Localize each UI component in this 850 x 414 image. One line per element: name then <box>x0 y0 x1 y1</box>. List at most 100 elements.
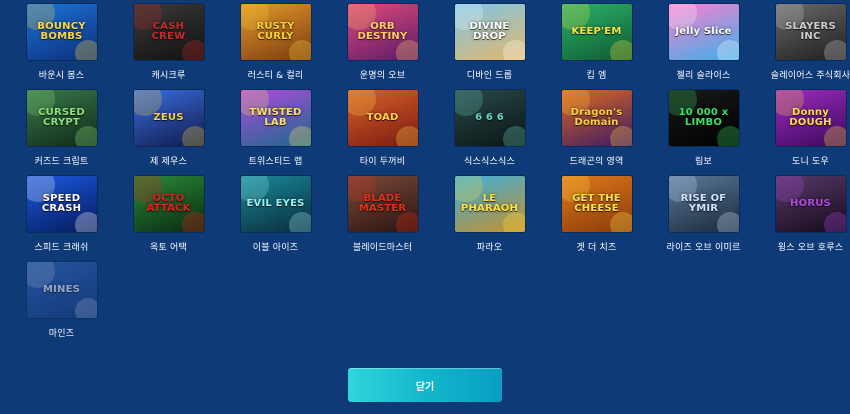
game-label[interactable]: 젤리 슬라이스 <box>677 68 731 81</box>
game-label[interactable]: 스피드 크래쉬 <box>35 240 89 253</box>
game-logo-text: TOAD <box>366 112 399 123</box>
game-label[interactable]: 라이즈 오브 이미르 <box>667 240 741 253</box>
cursed-crypt-thumbnail[interactable]: CURSED CRYPT <box>26 90 97 146</box>
game-tile[interactable]: Donny DOUGH 도니 도우 <box>757 90 850 176</box>
game-label[interactable]: 윙스 오브 호루스 <box>778 240 843 253</box>
six-six-six-thumbnail[interactable]: 6 6 6 <box>454 90 525 146</box>
game-label[interactable]: 옥토 어택 <box>150 240 187 253</box>
le-pharaoh-thumbnail[interactable]: LE PHARAOH <box>454 176 525 232</box>
game-logo-text: 10 000 x LIMBO <box>678 107 729 128</box>
game-tile[interactable]: ZEUS 제 제우스 <box>115 90 222 176</box>
game-tile[interactable]: ORB DESTINY 운명의 오브 <box>329 4 436 90</box>
game-label[interactable]: 겟 더 치즈 <box>576 240 616 253</box>
game-logo-text: Dragon's Domain <box>570 107 623 128</box>
game-logo-text: ORB DESTINY <box>357 21 408 42</box>
game-logo-text: RISE OF YMIR <box>680 193 727 214</box>
game-label[interactable]: 파라오 <box>477 240 502 253</box>
game-label[interactable]: 바운시 봄스 <box>39 68 84 81</box>
game-tile[interactable]: RUSTY CURLY 러스티 & 컬리 <box>222 4 329 90</box>
game-tile[interactable]: 6 6 6 식스식스식스 <box>436 90 543 176</box>
blade-master-thumbnail[interactable]: BLADE MASTER <box>347 176 418 232</box>
jelly-slice-thumbnail[interactable]: Jelly Slice <box>668 4 739 60</box>
game-tile[interactable]: Jelly Slice 젤리 슬라이스 <box>650 4 757 90</box>
close-button[interactable]: 닫기 <box>348 368 502 402</box>
game-logo-text: LE PHARAOH <box>460 193 519 214</box>
game-tile[interactable]: RISE OF YMIR 라이즈 오브 이미르 <box>650 176 757 262</box>
game-tile[interactable]: TWISTED LAB 트위스티드 랩 <box>222 90 329 176</box>
game-tile[interactable]: SPEED CRASH 스피드 크래쉬 <box>8 176 115 262</box>
game-logo-text: MINES <box>42 284 81 295</box>
game-logo-text: Donny DOUGH <box>789 107 832 128</box>
game-logo-text: OCTO ATTACK <box>146 193 191 214</box>
donny-dough-thumbnail[interactable]: Donny DOUGH <box>775 90 846 146</box>
game-tile[interactable]: EVIL EYES 이블 아이즈 <box>222 176 329 262</box>
limbo-thumbnail[interactable]: 10 000 x LIMBO <box>668 90 739 146</box>
game-tile[interactable]: HORUS 윙스 오브 호루스 <box>757 176 850 262</box>
rusty-curly-thumbnail[interactable]: RUSTY CURLY <box>240 4 311 60</box>
game-label[interactable]: 림보 <box>695 154 712 167</box>
game-logo-text: TWISTED LAB <box>249 107 302 128</box>
game-tile[interactable]: LE PHARAOH 파라오 <box>436 176 543 262</box>
game-label[interactable]: 이블 아이즈 <box>253 240 298 253</box>
game-logo-text: DIVINE DROP <box>469 21 510 42</box>
game-logo-text: 6 6 6 <box>475 112 504 123</box>
cash-crew-thumbnail[interactable]: CASH CREW <box>133 4 204 60</box>
game-tile[interactable]: GET THE CHEESE 겟 더 치즈 <box>543 176 650 262</box>
game-logo-text: BLADE MASTER <box>358 193 407 214</box>
game-label[interactable]: 식스식스식스 <box>464 154 515 167</box>
game-logo-text: Jelly Slice <box>675 26 732 37</box>
bouncy-bombs-thumbnail[interactable]: BOUNCY BOMBS <box>26 4 97 60</box>
game-logo-text: SPEED CRASH <box>41 193 82 214</box>
evil-eyes-thumbnail[interactable]: EVIL EYES <box>240 176 311 232</box>
get-the-cheese-thumbnail[interactable]: GET THE CHEESE <box>561 176 632 232</box>
game-tile[interactable]: 10 000 x LIMBO 림보 <box>650 90 757 176</box>
game-tile[interactable]: BLADE MASTER 블레이드마스터 <box>329 176 436 262</box>
mines-thumbnail[interactable]: MINES <box>26 262 97 318</box>
twisted-lab-thumbnail[interactable]: TWISTED LAB <box>240 90 311 146</box>
divine-drop-thumbnail[interactable]: DIVINE DROP <box>454 4 525 60</box>
game-label[interactable]: 마인즈 <box>49 326 74 339</box>
zeus-thumbnail[interactable]: ZEUS <box>133 90 204 146</box>
game-label[interactable]: 슬레이어스 주식회사 <box>771 68 850 81</box>
game-tile[interactable]: OCTO ATTACK 옥토 어택 <box>115 176 222 262</box>
game-tile[interactable]: SLAYERS INC 슬레이어스 주식회사 <box>757 4 850 90</box>
game-label[interactable]: 도니 도우 <box>792 154 829 167</box>
game-logo-text: HORUS <box>790 198 831 209</box>
game-tile[interactable]: CURSED CRYPT 커즈드 크립트 <box>8 90 115 176</box>
speed-crash-thumbnail[interactable]: SPEED CRASH <box>26 176 97 232</box>
game-logo-text: CURSED CRYPT <box>38 107 85 128</box>
game-tile[interactable]: DIVINE DROP 디바인 드롭 <box>436 4 543 90</box>
game-label[interactable]: 캐시크루 <box>152 68 186 81</box>
game-label[interactable]: 블레이드마스터 <box>353 240 412 253</box>
game-tile[interactable]: Dragon's Domain 드래곤의 영역 <box>543 90 650 176</box>
game-label[interactable]: 드래곤의 영역 <box>570 154 624 167</box>
keep-em-thumbnail[interactable]: KEEP'EM <box>561 4 632 60</box>
game-logo-text: KEEP'EM <box>571 26 622 37</box>
game-label[interactable]: 타이 두꺼비 <box>360 154 405 167</box>
game-tile[interactable]: CASH CREW 캐시크루 <box>115 4 222 90</box>
game-logo-text: RUSTY CURLY <box>256 21 295 42</box>
octo-attack-thumbnail[interactable]: OCTO ATTACK <box>133 176 204 232</box>
rise-of-ymir-thumbnail[interactable]: RISE OF YMIR <box>668 176 739 232</box>
slayers-inc-thumbnail[interactable]: SLAYERS INC <box>775 4 846 60</box>
game-logo-text: EVIL EYES <box>246 198 305 209</box>
game-logo-text: ZEUS <box>153 112 184 123</box>
game-label[interactable]: 킵 엠 <box>586 68 606 81</box>
game-label[interactable]: 커즈드 크립트 <box>35 154 89 167</box>
game-label[interactable]: 디바인 드롭 <box>467 68 512 81</box>
game-tile[interactable]: BOUNCY BOMBS 바운시 봄스 <box>8 4 115 90</box>
game-logo-text: BOUNCY BOMBS <box>37 21 86 42</box>
dragons-domain-thumbnail[interactable]: Dragon's Domain <box>561 90 632 146</box>
tai-toad-thumbnail[interactable]: TOAD <box>347 90 418 146</box>
game-label[interactable]: 운명의 오브 <box>360 68 405 81</box>
game-logo-text: CASH CREW <box>151 21 186 42</box>
game-label[interactable]: 제 제우스 <box>150 154 187 167</box>
game-tile[interactable]: TOAD 타이 두꺼비 <box>329 90 436 176</box>
game-label[interactable]: 러스티 & 컬리 <box>248 68 304 81</box>
game-label[interactable]: 트위스티드 랩 <box>249 154 303 167</box>
orb-of-destiny-thumbnail[interactable]: ORB DESTINY <box>347 4 418 60</box>
game-tile[interactable]: MINES 마인즈 <box>8 262 115 348</box>
game-grid: BOUNCY BOMBS 바운시 봄스 CASH CREW 캐시크루 RUSTY CUR… <box>8 4 850 348</box>
game-tile[interactable]: KEEP'EM 킵 엠 <box>543 4 650 90</box>
wings-of-horus-thumbnail[interactable]: HORUS <box>775 176 846 232</box>
